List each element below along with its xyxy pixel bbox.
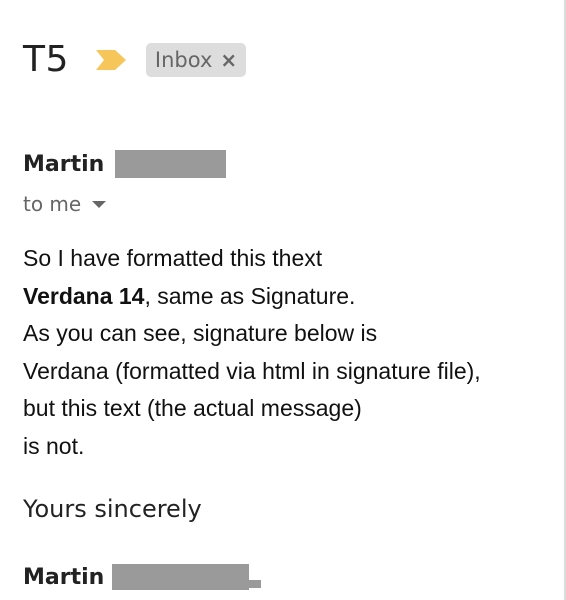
email-subject: T5: [23, 39, 69, 80]
body-line: but this text (the actual message): [23, 395, 362, 422]
body-line: Verdana (formatted via html in signature…: [23, 357, 481, 384]
redacted-signature-surname: [112, 564, 262, 590]
label-text: Inbox: [154, 48, 213, 72]
body-text: , same as Signature.: [144, 282, 356, 309]
chevron-down-icon[interactable]: [92, 200, 107, 208]
signature: Martin: [23, 560, 262, 594]
inbox-label-chip: Inbox ×: [145, 43, 247, 77]
body-line: Verdana 14, same as Signature.: [23, 278, 553, 316]
sender-row: Martin: [23, 148, 227, 180]
importance-marker-icon[interactable]: [95, 49, 127, 71]
recipient-row[interactable]: to me: [23, 189, 107, 219]
recipient-text: to me: [23, 192, 82, 216]
message-body: So I have formatted this thext Verdana 1…: [23, 240, 553, 466]
subject-header: T5 Inbox ×: [23, 38, 247, 82]
remove-label-icon[interactable]: ×: [220, 48, 237, 72]
body-bold-text: Verdana 14: [23, 282, 145, 309]
sender-name[interactable]: Martin: [23, 152, 104, 177]
closing-text: Yours sincerely: [23, 495, 202, 523]
redacted-sender-surname: [115, 150, 227, 178]
body-line: So I have formatted this thext: [23, 245, 323, 271]
body-line: is not.: [23, 432, 85, 459]
signature-name: Martin: [23, 564, 105, 590]
body-line: As you can see, signature below is: [23, 320, 378, 347]
